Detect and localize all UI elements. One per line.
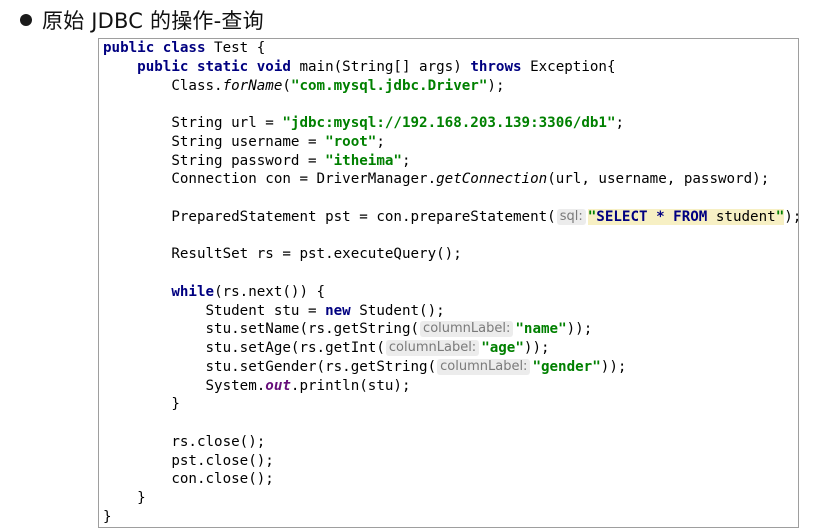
keyword: void bbox=[256, 58, 291, 75]
code-text: ( bbox=[282, 77, 291, 94]
keyword: static bbox=[196, 58, 249, 75]
sql-text: * bbox=[647, 208, 674, 225]
code-line: stu.setGender(rs.getString(columnLabel: "… bbox=[103, 358, 798, 377]
string-literal: "com.mysql.jdbc.Driver" bbox=[290, 77, 488, 94]
code-line: while(rs.next()) { bbox=[103, 283, 798, 302]
code-text: String password = bbox=[171, 152, 326, 169]
code-line: String password = "itheima"; bbox=[103, 152, 798, 171]
string-literal: "jdbc:mysql://192.168.203.139:3306/db1" bbox=[282, 115, 616, 131]
string-literal: " bbox=[587, 208, 597, 225]
code-text: Student stu = bbox=[205, 302, 326, 319]
code-text: )); bbox=[523, 340, 550, 356]
code-text: } bbox=[137, 490, 146, 506]
keyword: public bbox=[103, 40, 155, 56]
sql-keyword: FROM bbox=[673, 208, 708, 225]
code-text: pst.close(); bbox=[171, 452, 274, 469]
keyword: public bbox=[137, 58, 189, 75]
code-text: } bbox=[103, 508, 112, 525]
keyword: while bbox=[171, 283, 215, 300]
code-text: ResultSet rs = pst.executeQuery(); bbox=[171, 246, 462, 263]
code-text: ; bbox=[376, 133, 385, 150]
code-line: stu.setName(rs.getString(columnLabel: "na… bbox=[103, 320, 798, 339]
parameter-hint: columnLabel: bbox=[437, 358, 531, 375]
code-line: Class.forName("com.mysql.jdbc.Driver"); bbox=[103, 77, 798, 96]
code-line: Connection con = DriverManager.getConnec… bbox=[103, 170, 798, 189]
code-lines: public class Test { public static void m… bbox=[103, 39, 798, 527]
code-line: stu.setAge(rs.getInt(columnLabel: "age"))… bbox=[103, 339, 798, 358]
string-literal: "age" bbox=[481, 340, 524, 356]
code-snippet: public class Test { public static void m… bbox=[98, 38, 799, 528]
static-method: forName bbox=[222, 77, 283, 94]
page-title: 原始 JDBC 的操作-查询 bbox=[42, 9, 264, 33]
code-text: } bbox=[171, 396, 180, 413]
code-text: Connection con = DriverManager. bbox=[171, 171, 437, 188]
code-text: rs.close(); bbox=[171, 433, 266, 450]
code-line: public static void main(String[] args) t… bbox=[103, 58, 798, 77]
parameter-hint: columnLabel: bbox=[385, 340, 480, 356]
static-method: getConnection bbox=[436, 171, 548, 188]
code-text: Exception{ bbox=[521, 58, 616, 75]
code-line: String url = "jdbc:mysql://192.168.203.1… bbox=[103, 114, 798, 133]
code-line: System.out.println(stu); bbox=[103, 377, 798, 396]
code-text: String username = bbox=[171, 133, 326, 150]
string-literal: " bbox=[775, 208, 785, 225]
code-text: ); bbox=[784, 208, 798, 225]
string-literal: "itheima" bbox=[325, 152, 402, 169]
code-text: .println(stu); bbox=[290, 377, 411, 394]
code-text: stu.setAge(rs.getInt( bbox=[205, 340, 385, 356]
code-text: ; bbox=[401, 152, 411, 169]
code-line: rs.close(); bbox=[103, 433, 798, 452]
code-text: Test { bbox=[205, 40, 266, 56]
code-text: Class. bbox=[171, 77, 223, 94]
code-line: pst.close(); bbox=[103, 452, 798, 471]
code-text: System. bbox=[205, 377, 266, 394]
code-line: ResultSet rs = pst.executeQuery(); bbox=[103, 245, 798, 264]
code-text: main(String[] args) bbox=[290, 58, 471, 75]
keyword: class bbox=[162, 40, 206, 56]
code-text: stu.setGender(rs.getString( bbox=[205, 358, 437, 375]
code-line: } bbox=[103, 508, 798, 527]
string-literal: "name" bbox=[515, 321, 567, 338]
parameter-hint: sql: bbox=[556, 208, 586, 225]
code-text: )); bbox=[600, 358, 627, 375]
code-text: ; bbox=[615, 115, 625, 131]
code-text: (rs.next()) { bbox=[214, 283, 326, 300]
keyword: throws bbox=[470, 58, 522, 75]
code-text: Student(); bbox=[350, 302, 445, 319]
code-line: String username = "root"; bbox=[103, 133, 798, 152]
sql-keyword: SELECT bbox=[596, 208, 648, 225]
parameter-hint: columnLabel: bbox=[420, 321, 514, 338]
code-text: PreparedStatement pst = con.prepareState… bbox=[171, 208, 556, 225]
code-line: PreparedStatement pst = con.prepareState… bbox=[103, 208, 798, 227]
code-line: public class Test { bbox=[103, 39, 798, 58]
heading: 原始 JDBC 的操作-查询 bbox=[14, 6, 264, 34]
string-literal: "gender" bbox=[532, 358, 601, 375]
code-line: con.close(); bbox=[103, 470, 798, 489]
code-text: con.close(); bbox=[171, 471, 274, 488]
code-text: )); bbox=[566, 321, 593, 338]
code-text: String url = bbox=[171, 115, 283, 131]
code-text: (url, username, password); bbox=[547, 171, 770, 188]
keyword: new bbox=[325, 302, 351, 319]
bullet-icon bbox=[20, 14, 32, 26]
code-line: } bbox=[103, 489, 798, 508]
code-line: } bbox=[103, 395, 798, 414]
sql-text: student bbox=[707, 208, 776, 225]
code-text: ); bbox=[487, 77, 505, 94]
static-field: out bbox=[265, 377, 291, 394]
code-line: Student stu = new Student(); bbox=[103, 302, 798, 321]
string-literal: "root" bbox=[325, 133, 377, 150]
code-text: stu.setName(rs.getString( bbox=[205, 321, 420, 338]
